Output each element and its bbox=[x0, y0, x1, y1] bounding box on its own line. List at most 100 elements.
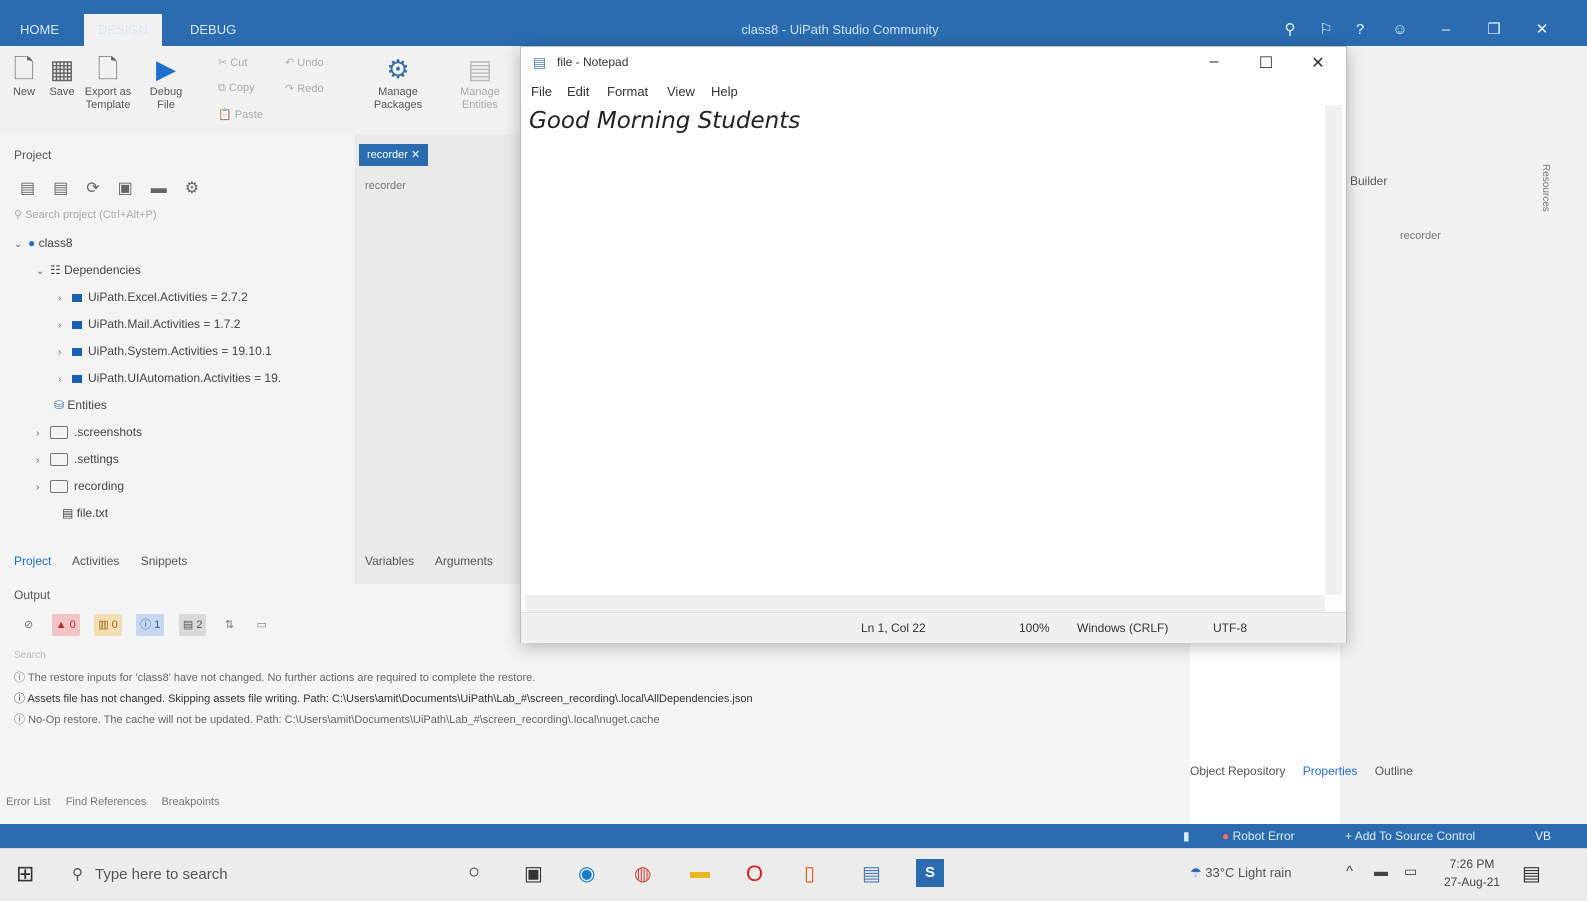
office-icon[interactable]: ▯ bbox=[804, 861, 815, 886]
menu-file[interactable]: File bbox=[531, 84, 552, 99]
close-icon[interactable]: ✕ bbox=[1303, 53, 1333, 73]
tree-root[interactable]: ⌄ ● class8 bbox=[14, 230, 344, 257]
maximize-icon[interactable]: ☐ bbox=[1251, 53, 1281, 73]
horizontal-scrollbar[interactable] bbox=[525, 595, 1325, 612]
tree-folder[interactable]: › recording bbox=[14, 473, 344, 500]
minimize-icon[interactable]: – bbox=[1436, 20, 1456, 40]
export-template-button[interactable]: 🗋 Export as Template bbox=[84, 52, 132, 112]
clock[interactable]: 7:26 PM 27-Aug-21 bbox=[1444, 855, 1500, 891]
file-explorer-icon[interactable]: ▬ bbox=[690, 861, 710, 884]
warnings-filter[interactable]: ▥ 0 bbox=[94, 614, 122, 636]
tab-find-references[interactable]: Find References bbox=[66, 796, 147, 808]
tab-debug[interactable]: DEBUG bbox=[176, 14, 250, 46]
robot-status[interactable]: ● Robot Error bbox=[1222, 829, 1295, 843]
notepad-taskbar-icon[interactable]: ▤ bbox=[862, 861, 881, 886]
help-icon[interactable]: ? bbox=[1350, 20, 1370, 40]
resources-side-tab[interactable]: Resources bbox=[1540, 164, 1551, 212]
output-search-input[interactable]: Search bbox=[14, 650, 46, 661]
export-log-icon[interactable]: ▭ bbox=[253, 614, 271, 636]
source-control-label: Add To Source Control bbox=[1354, 829, 1476, 843]
notepad-content: Good Morning Students bbox=[529, 108, 801, 134]
source-control-button[interactable]: + Add To Source Control bbox=[1345, 829, 1475, 843]
edge-icon[interactable]: ◉ bbox=[578, 861, 595, 886]
menu-format[interactable]: Format bbox=[607, 84, 648, 99]
tab-snippets[interactable]: Snippets bbox=[141, 554, 188, 568]
close-icon[interactable]: ✕ bbox=[1532, 20, 1552, 40]
user-icon[interactable]: ☺ bbox=[1390, 20, 1410, 40]
tab-properties[interactable]: Properties bbox=[1303, 764, 1358, 778]
tree-package[interactable]: › UiPath.UIAutomation.Activities = 19. bbox=[14, 365, 344, 392]
sort-icon[interactable]: ⇅ bbox=[221, 614, 238, 636]
text-file-icon: ▤ bbox=[62, 506, 74, 520]
tab-activities[interactable]: Activities bbox=[72, 554, 119, 568]
restore-icon[interactable]: ❐ bbox=[1484, 20, 1504, 40]
tree-folder[interactable]: › .settings bbox=[14, 446, 344, 473]
keyboard-icon[interactable]: ▭ bbox=[1404, 863, 1417, 880]
store-icon[interactable]: ▣ bbox=[524, 861, 543, 886]
windows-start-icon[interactable]: ⊞ bbox=[16, 861, 34, 887]
chrome-icon[interactable]: ◍ bbox=[634, 861, 651, 886]
project-search-input[interactable]: ⚲ Search project (Ctrl+Alt+P) bbox=[14, 208, 344, 228]
notification-center-icon[interactable]: ▤ bbox=[1522, 861, 1541, 886]
trace-filter[interactable]: ▤ 2 bbox=[178, 614, 207, 636]
tab-variables[interactable]: Variables bbox=[365, 554, 414, 568]
tree-dependencies[interactable]: ⌄ ☷ Dependencies bbox=[14, 257, 344, 284]
minimize-icon[interactable]: – bbox=[1199, 53, 1229, 71]
builder-item[interactable]: recorder bbox=[1400, 230, 1441, 242]
search-icon[interactable]: ⚲ bbox=[1280, 20, 1300, 40]
feedback-icon[interactable]: ⚐ bbox=[1316, 20, 1336, 40]
tab-outline[interactable]: Outline bbox=[1375, 764, 1413, 778]
package-label: UiPath.UIAutomation.Activities = 19. bbox=[88, 371, 282, 385]
export-label: Export as Template bbox=[84, 86, 132, 111]
redo-button[interactable]: ↷ Redo bbox=[285, 82, 324, 95]
log-line: ⓘ No-Op restore. The cache will not be u… bbox=[14, 714, 660, 726]
tab-design[interactable]: DESIGN bbox=[84, 14, 162, 46]
tray-overflow-icon[interactable]: ^ bbox=[1346, 863, 1353, 880]
weather-widget[interactable]: ☂ 33°C Light rain bbox=[1190, 865, 1291, 881]
debug-file-button[interactable]: ▶ Debug File bbox=[142, 52, 190, 112]
manage-packages-button[interactable]: ⚙ Manage Packages bbox=[370, 52, 426, 112]
tree-package[interactable]: › UiPath.System.Activities = 19.10.1 bbox=[14, 338, 344, 365]
package-icon bbox=[72, 347, 82, 356]
log-text: Assets file has not changed. Skipping as… bbox=[27, 693, 753, 705]
clear-icon[interactable]: ⊘ bbox=[20, 614, 37, 636]
tab-project[interactable]: Project bbox=[14, 554, 51, 568]
uipath-studio-icon[interactable]: S bbox=[916, 859, 944, 887]
taskbar-search-input[interactable]: ⚲ Type here to search bbox=[60, 857, 440, 893]
network-icon[interactable]: ▬ bbox=[1374, 863, 1388, 879]
tree-entities[interactable]: ⛁ Entities bbox=[14, 392, 344, 419]
notepad-text-area[interactable]: Good Morning Students bbox=[525, 105, 1325, 595]
notepad-title-bar[interactable]: ▤ file - Notepad – ☐ ✕ bbox=[521, 47, 1346, 79]
tab-object-repository[interactable]: Object Repository bbox=[1190, 764, 1285, 778]
designer-tab[interactable]: recorder ✕ bbox=[359, 144, 429, 166]
tree-package[interactable]: › UiPath.Mail.Activities = 1.7.2 bbox=[14, 311, 344, 338]
manage-entities-button[interactable]: ▤ Manage Entities bbox=[452, 52, 508, 112]
copy-button[interactable]: ⧉ Copy bbox=[218, 82, 255, 95]
info-count: 1 bbox=[154, 619, 161, 631]
undo-button[interactable]: ↶ Undo bbox=[285, 56, 324, 69]
tab-error-list[interactable]: Error List bbox=[6, 796, 51, 808]
cut-button[interactable]: ✂ Cut bbox=[218, 56, 247, 69]
opera-icon[interactable]: O bbox=[746, 861, 763, 887]
designer-panel: recorder ✕ recorder Variables Arguments bbox=[355, 134, 525, 584]
vertical-scrollbar[interactable] bbox=[1325, 105, 1342, 595]
notification-icon[interactable]: ▮ bbox=[1183, 829, 1190, 843]
tree-folder[interactable]: › .screenshots bbox=[14, 419, 344, 446]
task-view-icon[interactable]: ○ bbox=[468, 861, 480, 884]
errors-filter[interactable]: ▲ 0 bbox=[51, 614, 80, 636]
info-filter[interactable]: ⓘ 1 bbox=[136, 614, 165, 636]
paste-button[interactable]: 📋 Paste bbox=[218, 108, 263, 121]
manage-packages-label: Manage Packages bbox=[373, 86, 423, 111]
menu-edit[interactable]: Edit bbox=[567, 84, 589, 99]
tab-arguments[interactable]: Arguments bbox=[435, 554, 493, 568]
project-toolbar-icons[interactable]: ▤▤⟳▣▬⚙ bbox=[20, 178, 217, 198]
menu-view[interactable]: View bbox=[667, 84, 695, 99]
menu-help[interactable]: Help bbox=[711, 84, 738, 99]
project-icon: ● bbox=[28, 236, 36, 250]
tree-package[interactable]: › UiPath.Excel.Activities = 2.7.2 bbox=[14, 284, 344, 311]
save-button[interactable]: ▦ Save bbox=[38, 52, 86, 99]
tab-home[interactable]: HOME bbox=[6, 14, 73, 46]
errors-count: 0 bbox=[69, 619, 76, 631]
tree-file[interactable]: ▤ file.txt bbox=[14, 500, 344, 527]
tab-breakpoints[interactable]: Breakpoints bbox=[161, 796, 219, 808]
